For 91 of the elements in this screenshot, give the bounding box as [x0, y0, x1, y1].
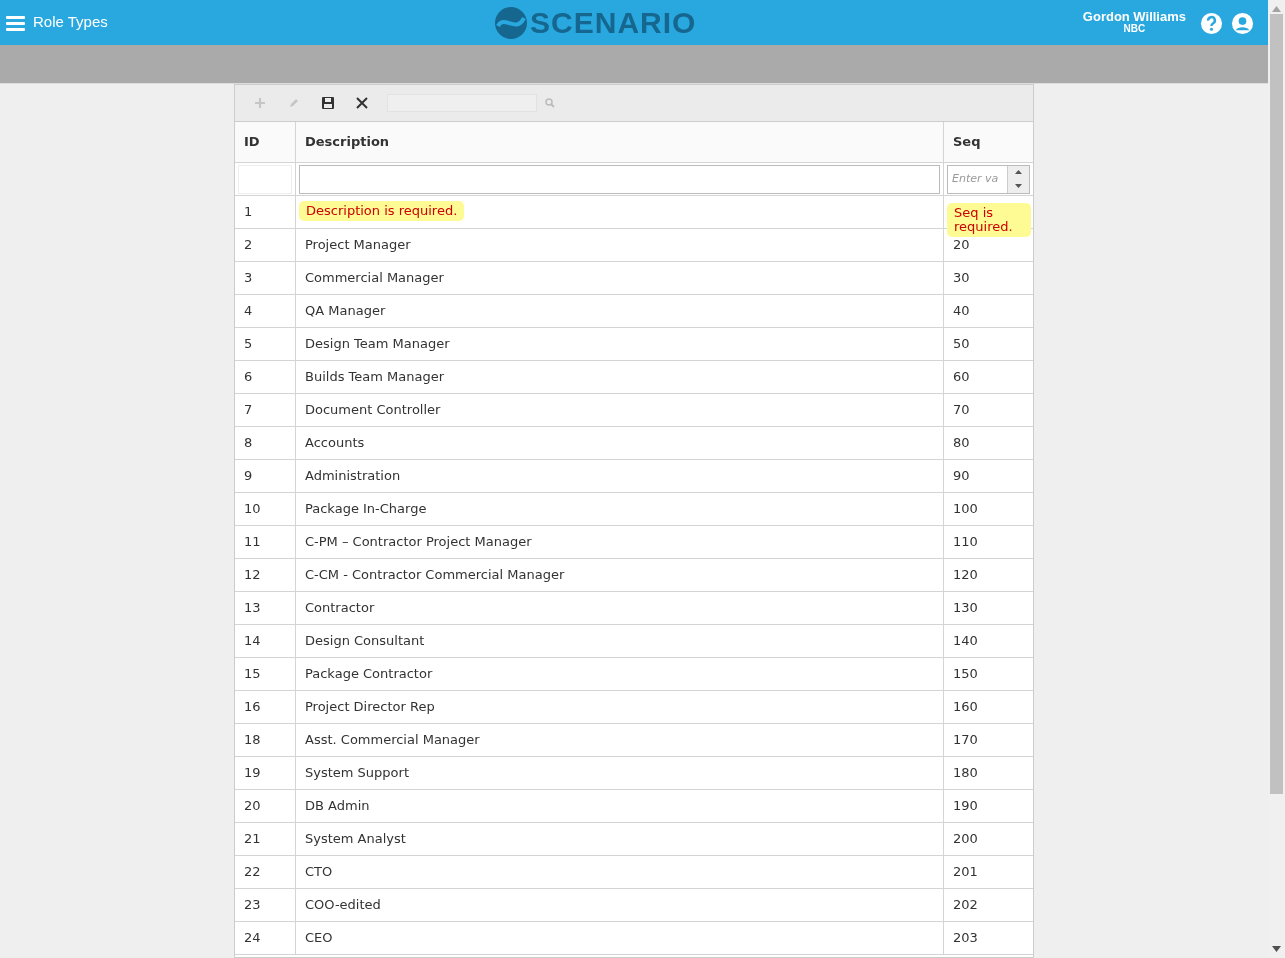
user-org: NBC: [1122, 24, 1147, 35]
account-button[interactable]: [1231, 10, 1254, 35]
table-cell-text: 20: [953, 236, 970, 255]
pencil-icon: [287, 96, 301, 110]
table-cell-text: 60: [953, 368, 970, 387]
table-cell-text: 14: [244, 632, 261, 651]
table-cell-text: Package Contractor: [305, 665, 433, 684]
table-cell-text: 90: [953, 467, 970, 486]
menu-button[interactable]: [6, 14, 25, 31]
table-cell-text: COO-edited: [305, 896, 381, 915]
table-cell-text: 20: [244, 797, 261, 816]
table-cell-text: System Support: [305, 764, 409, 783]
table-cell-text: Asst. Commercial Manager: [305, 731, 480, 750]
table-cell-text: 120: [953, 566, 978, 585]
validation-tooltip: Description is required.: [299, 201, 465, 221]
table-cell-text: DB Admin: [305, 797, 370, 816]
table-cell-text: Administration: [305, 467, 401, 486]
plus-icon: [253, 96, 267, 110]
table-cell-text: 130: [953, 599, 978, 618]
table-cell-text: 202: [953, 896, 978, 915]
table-cell-text: 40: [953, 302, 970, 321]
spin-up-button[interactable]: [1015, 170, 1022, 175]
scroll-up-button[interactable]: [1272, 6, 1281, 12]
table-cell-text: 1: [244, 203, 253, 222]
table-cell-text: 80: [953, 434, 970, 453]
table-cell-text: C-CM - Contractor Commercial Manager: [305, 566, 565, 585]
table-cell-text: 160: [953, 698, 978, 717]
table-cell-text: 150: [953, 665, 978, 684]
table-cell-text: 170: [953, 731, 978, 750]
table-cell-text: Builds Team Manager: [305, 368, 444, 387]
help-button[interactable]: [1200, 10, 1223, 35]
table-cell-text: CEO: [305, 929, 333, 948]
table-cell-text: C-PM – Contractor Project Manager: [305, 533, 532, 552]
table-cell-text: 203: [953, 929, 978, 948]
table-cell-text: 110: [953, 533, 978, 552]
table-cell-text: 180: [953, 764, 978, 783]
table-cell-text: 11: [244, 533, 261, 552]
table-cell-text: 6: [244, 368, 253, 387]
table-cell-text: 190: [953, 797, 978, 816]
table-cell-text: Project Director Rep: [305, 698, 435, 717]
table-cell-text: 8: [244, 434, 253, 453]
table-cell-text: Project Manager: [305, 236, 411, 255]
table-cell-text: 23: [244, 896, 261, 915]
table-cell-text: 10: [244, 500, 261, 519]
table-cell-text: 30: [953, 269, 970, 288]
table-cell-text: 4: [244, 302, 253, 321]
table-cell-text: Contractor: [305, 599, 375, 618]
table-cell-text: 7: [244, 401, 253, 420]
user-name: Gordon Williams: [1082, 10, 1186, 25]
page-title: Role Types: [33, 12, 108, 33]
table-cell-text: 2: [244, 236, 253, 255]
id-field: [238, 164, 292, 194]
table-cell-text: 100: [953, 500, 978, 519]
table-cell-text: 18: [244, 731, 261, 750]
spin-down-button[interactable]: [1015, 183, 1022, 188]
table-cell-text: Document Controller: [305, 401, 441, 420]
table-cell-text: 201: [953, 863, 978, 882]
table-cell-text: Design Team Manager: [305, 335, 450, 354]
table-cell-text: 22: [244, 863, 261, 882]
search-icon: [545, 98, 555, 108]
table-cell-text: CTO: [305, 863, 333, 882]
table-cell-text: Commercial Manager: [305, 269, 444, 288]
table-cell-text: 12: [244, 566, 261, 585]
table-cell-text: 16: [244, 698, 261, 717]
table-cell-text: 19: [244, 764, 261, 783]
app-logo: SCENARIO: [494, 0, 697, 45]
description-input[interactable]: [299, 164, 940, 194]
table-cell-text: 50: [953, 335, 970, 354]
seq-input[interactable]: Enter va: [947, 164, 1030, 194]
table-cell-text: Accounts: [305, 434, 365, 453]
table-cell-text: 3: [244, 269, 253, 288]
column-header[interactable]: Seq: [944, 122, 1033, 162]
table-cell-text: Package In-Charge: [305, 500, 427, 519]
column-header[interactable]: Description: [296, 122, 944, 162]
table-cell-text: 13: [244, 599, 261, 618]
table-cell-text: 24: [244, 929, 261, 948]
validation-tooltip: Seq is required.: [947, 203, 1031, 237]
table-cell-text: 21: [244, 830, 261, 849]
table-cell-text: 200: [953, 830, 978, 849]
table-cell-text: 140: [953, 632, 978, 651]
scroll-down-button[interactable]: [1272, 946, 1281, 952]
menu-icon: [6, 14, 25, 31]
table-cell-text: System Analyst: [305, 830, 406, 849]
table-cell-text: QA Manager: [305, 302, 386, 321]
table-cell-text: 15: [244, 665, 261, 684]
column-header[interactable]: ID: [235, 122, 296, 162]
close-icon: [355, 96, 369, 110]
table-cell-text: Design Consultant: [305, 632, 425, 651]
table-cell-text: 9: [244, 467, 253, 486]
table-cell-text: 70: [953, 401, 970, 420]
table-cell-text: 5: [244, 335, 253, 354]
